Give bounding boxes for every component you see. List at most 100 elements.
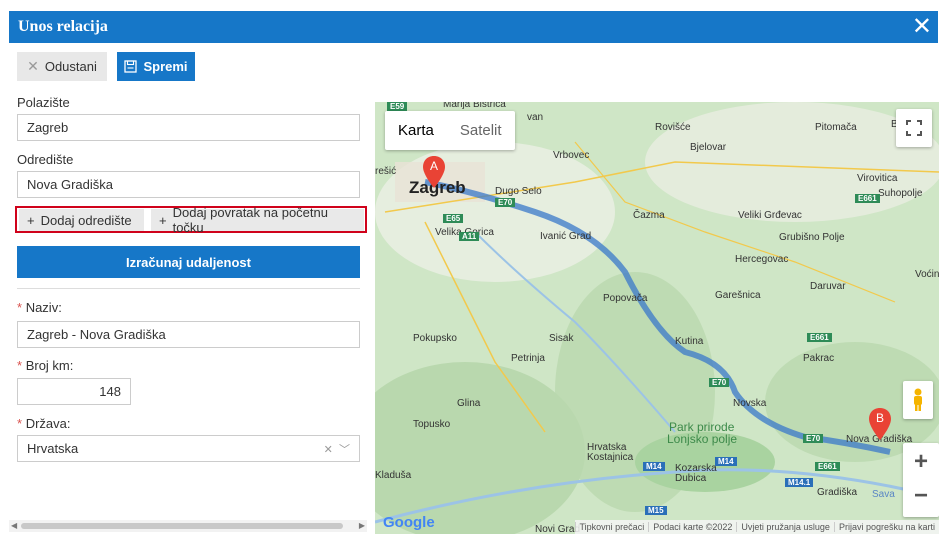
map-type-satellite-button[interactable]: Satelit — [447, 111, 515, 150]
zoom-out-icon[interactable]: − — [914, 480, 928, 516]
map-label: Marija Bistrica — [443, 102, 506, 110]
map-label: Daruvar — [810, 281, 846, 292]
scrollbar-thumb[interactable] — [21, 523, 343, 529]
map-label: Pakrac — [803, 353, 835, 364]
country-select[interactable]: Hrvatska ✕ ﹀ — [17, 435, 360, 462]
map-label: Vrbovec — [553, 150, 590, 161]
zoom-control: + − — [903, 443, 939, 517]
map-label: Pitomača — [815, 122, 857, 133]
destination-label: Odredište — [17, 152, 74, 167]
map-label: van — [527, 112, 544, 123]
plus-icon: + — [27, 212, 35, 228]
km-label: * Broj km: — [17, 358, 73, 373]
map-footer-link[interactable]: Tipkovni prečaci — [574, 522, 649, 532]
clear-icon[interactable]: ✕ — [324, 444, 333, 456]
road-shield: M15 — [645, 506, 667, 515]
map-footer-link[interactable]: Uvjeti pružanja usluge — [736, 522, 834, 532]
map-footer-text: Podaci karte ©2022 — [648, 522, 736, 532]
map-label: Petrinja — [511, 353, 545, 364]
road-shield: E661 — [807, 333, 832, 342]
google-logo: Google — [383, 514, 435, 531]
dialog-titlebar: Unos relacija ✕ — [9, 11, 938, 43]
map-label: Sisak — [549, 333, 574, 344]
save-label: Spremi — [143, 59, 188, 74]
required-mark: * — [17, 300, 23, 315]
country-label: * Država: — [17, 416, 70, 431]
save-button[interactable]: Spremi — [117, 52, 195, 81]
road-shield: A11 — [459, 232, 480, 241]
zoom-in-icon[interactable]: + — [914, 444, 928, 480]
marker-a[interactable]: A — [423, 156, 445, 188]
road-shield: M14.1 — [785, 478, 814, 487]
road-shield: E70 — [495, 198, 516, 207]
add-return-label: Dodaj povratak na početnu točku — [172, 205, 328, 235]
marker-b-label: B — [875, 411, 884, 425]
map-label: Rovišće — [655, 122, 691, 133]
map-label: Veliki Grđevac — [738, 210, 802, 221]
map-footer: Tipkovni prečaci Podaci karte ©2022 Uvje… — [574, 520, 939, 534]
horizontal-scrollbar[interactable]: ◀ ▶ — [9, 520, 367, 532]
fullscreen-icon — [906, 120, 922, 136]
map-label: Gradiška — [817, 487, 858, 498]
marker-a-label: A — [429, 159, 438, 173]
map-label: Kozarska Dubica — [675, 463, 717, 484]
road-shield: M14 — [715, 457, 737, 466]
map-footer-link[interactable]: Prijavi pogrešku na karti — [833, 522, 939, 532]
map-label: Bjelovar — [690, 142, 727, 153]
required-mark: * — [17, 358, 23, 373]
map-label: Sava — [872, 489, 895, 500]
map-label: Glina — [457, 398, 481, 409]
road-shield: E65 — [443, 214, 464, 223]
map-label: Ivanić Grad — [540, 231, 592, 242]
origin-input[interactable]: Zagreb — [17, 114, 360, 141]
road-shield: E70 — [803, 434, 824, 443]
name-label-text: Naziv: — [25, 300, 62, 315]
map-label: rešić — [375, 166, 397, 177]
save-icon — [124, 60, 138, 73]
marker-b[interactable]: B — [869, 408, 891, 440]
map-label: Lonjsko polje — [667, 432, 738, 446]
add-return-button[interactable]: + Dodaj povratak na početnu točku — [151, 205, 364, 235]
close-icon: ✕ — [27, 58, 39, 74]
map-type-map-button[interactable]: Karta — [385, 111, 447, 150]
required-mark: * — [17, 416, 23, 431]
cancel-label: Odustani — [44, 59, 97, 74]
road-shield: E661 — [815, 462, 840, 471]
map-label: Suhopolje — [878, 188, 923, 199]
origin-label: Polazište — [17, 95, 70, 110]
map-label: Dugo Selo — [495, 186, 542, 197]
map-label: Kutina — [675, 336, 704, 347]
map-label: Novi Grad — [535, 524, 581, 534]
street-view-button[interactable] — [903, 381, 933, 419]
calculate-distance-button[interactable]: Izračunaj udaljenost — [17, 246, 360, 278]
plus-icon: + — [159, 212, 167, 228]
map-label: Virovitica — [857, 173, 898, 184]
scroll-right-icon[interactable]: ▶ — [359, 520, 365, 532]
road-shield: E70 — [709, 378, 730, 387]
country-value: Hrvatska — [27, 441, 79, 456]
country-label-text: Država: — [25, 416, 71, 431]
map-label: Pokupsko — [413, 333, 457, 344]
name-input[interactable]: Zagreb - Nova Gradiška — [17, 321, 360, 348]
map-label: Hrvatska Kostajnica — [587, 442, 634, 463]
divider — [17, 288, 360, 289]
km-input[interactable]: 148 — [17, 378, 131, 405]
map-label: Topusko — [413, 419, 451, 430]
select-controls: ✕ ﹀ — [324, 441, 350, 457]
close-icon[interactable]: ✕ — [912, 13, 932, 41]
road-shield: E59 — [387, 102, 408, 111]
map-label: Novska — [733, 398, 767, 409]
destination-input[interactable]: Nova Gradiška — [17, 171, 360, 198]
add-destination-button[interactable]: + Dodaj odredište — [19, 209, 144, 231]
map-label: Voćin — [915, 269, 939, 280]
route-map[interactable]: Zagreb Dugo Selo Vrbovec Rovišće Bjelova… — [375, 102, 939, 534]
map-label: Hercegovac — [735, 254, 789, 265]
map-label: Popovača — [603, 293, 648, 304]
map-label: Garešnica — [715, 290, 761, 301]
map-type-control: Karta Satelit — [385, 111, 515, 150]
cancel-button[interactable]: ✕ Odustani — [17, 52, 107, 81]
chevron-down-icon[interactable]: ﹀ — [339, 444, 350, 456]
fullscreen-button[interactable] — [896, 109, 932, 147]
pegman-icon — [914, 388, 922, 411]
scroll-left-icon[interactable]: ◀ — [11, 520, 17, 532]
